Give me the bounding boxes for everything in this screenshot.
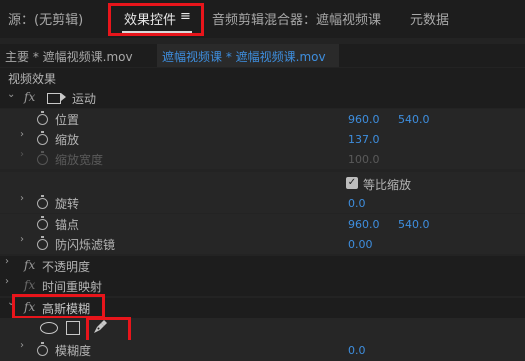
- blurriness-label: 模糊度: [55, 344, 92, 358]
- chevron-right-icon[interactable]: ›: [20, 193, 24, 204]
- chevron-right-icon[interactable]: ›: [5, 276, 9, 287]
- chevron-right-icon[interactable]: ›: [20, 340, 24, 351]
- rotation-value[interactable]: 0.0: [348, 197, 366, 210]
- motion-label: 运动: [72, 92, 97, 106]
- position-y-value[interactable]: 540.0: [398, 113, 430, 126]
- stopwatch-icon[interactable]: [37, 216, 48, 230]
- stopwatch-icon[interactable]: [37, 111, 48, 125]
- anti-flicker-label: 防闪烁滤镜: [55, 238, 116, 252]
- position-x-value[interactable]: 960.0: [348, 113, 380, 126]
- chevron-right-icon[interactable]: ›: [5, 256, 9, 267]
- stopwatch-icon[interactable]: [37, 195, 48, 209]
- time-remap-label: 时间重映射: [42, 280, 103, 294]
- fx-icon[interactable]: fx: [24, 90, 35, 104]
- scale-label: 缩放: [55, 133, 80, 147]
- uniform-scale-label: 等比缩放: [363, 178, 412, 192]
- rectangle-mask-icon[interactable]: [66, 321, 80, 335]
- anti-flicker-value[interactable]: 0.00: [348, 238, 373, 251]
- tab-source[interactable]: 源：(无剪辑): [8, 9, 83, 28]
- tab-metadata[interactable]: 元数据: [410, 9, 449, 28]
- chevron-right-icon[interactable]: ›: [20, 129, 24, 140]
- chevron-right-icon: ›: [20, 149, 24, 160]
- tab-audio-clip-mixer[interactable]: 音频剪辑混合器：遮幅视频课: [212, 9, 381, 28]
- video-effects-heading: 视频效果: [8, 72, 57, 86]
- stopwatch-icon[interactable]: [37, 236, 48, 250]
- ellipse-mask-icon[interactable]: [40, 322, 58, 334]
- anchor-y-value[interactable]: 540.0: [398, 218, 430, 231]
- transform-icon[interactable]: [47, 93, 61, 104]
- scale-value[interactable]: 137.0: [348, 133, 380, 146]
- fx-icon[interactable]: fx: [24, 258, 35, 272]
- blurriness-value[interactable]: 0.0: [348, 344, 366, 357]
- stopwatch-icon[interactable]: [37, 131, 48, 145]
- active-sequence-label[interactable]: 遮幅视频课 * 遮幅视频课.mov: [162, 48, 326, 65]
- chevron-down-icon[interactable]: ⌄: [7, 89, 15, 100]
- transform-dropdown-icon[interactable]: [61, 93, 66, 101]
- highlight-effect-controls-tab: [108, 3, 204, 36]
- section-header-row: [0, 68, 525, 88]
- highlight-gaussian-blur: [12, 294, 105, 319]
- fx-icon[interactable]: fx: [24, 278, 35, 292]
- stopwatch-icon[interactable]: [37, 342, 48, 356]
- opacity-label: 不透明度: [42, 260, 91, 274]
- position-label: 位置: [55, 113, 80, 127]
- rotation-label: 旋转: [55, 197, 80, 211]
- anchor-label: 锚点: [55, 218, 80, 232]
- chevron-right-icon[interactable]: ›: [20, 234, 24, 245]
- uniform-scale-row: [0, 172, 525, 194]
- uniform-scale-checkbox[interactable]: ✓: [346, 177, 358, 189]
- scale-width-label: 缩放宽度: [55, 153, 104, 167]
- master-clip-label[interactable]: 主要 * 遮幅视频课.mov: [5, 48, 133, 65]
- scale-width-value: 100.0: [348, 153, 380, 166]
- stopwatch-icon: [37, 151, 48, 165]
- anchor-x-value[interactable]: 960.0: [348, 218, 380, 231]
